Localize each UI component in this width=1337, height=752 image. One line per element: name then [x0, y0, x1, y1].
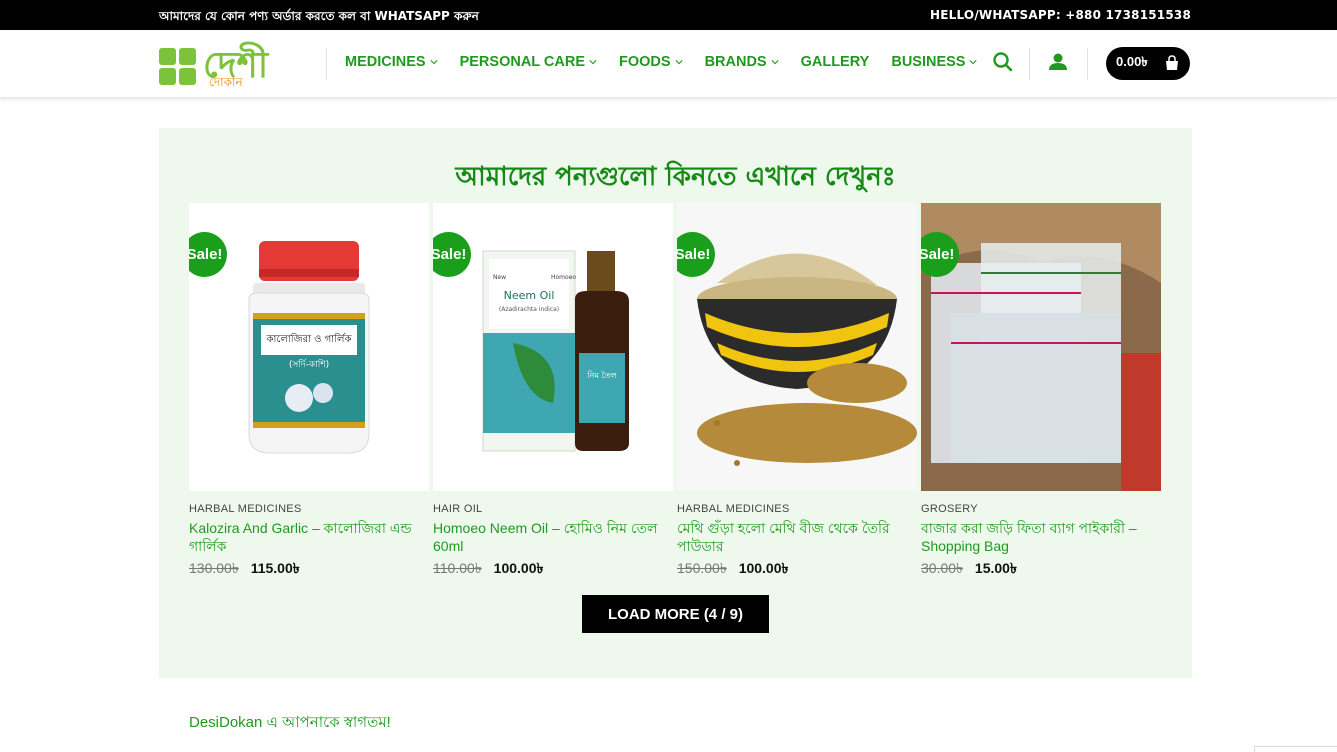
old-price: 110.00৳ — [433, 560, 482, 576]
top-bar: আমাদের যে কোন পণ্য অর্ডার করতে কল বা WHA… — [0, 0, 1337, 30]
product-title[interactable]: বাজার করা জড়ি ফিতা ব্যাগ পাইকারী – Shop… — [921, 519, 1161, 555]
box-brand-text: Neem Oil — [504, 289, 555, 302]
product-category[interactable]: HARBAL MEDICINES — [677, 503, 917, 515]
chevron-down-icon — [770, 60, 779, 65]
nav-label: MEDICINES — [345, 54, 426, 70]
product-image[interactable]: Sale! কালোজিরা ও গার্লিক (সর্দি-কাশি) — [189, 203, 429, 491]
box-top-left-text: New — [493, 274, 506, 281]
topbar-order-text: আমাদের যে কোন পণ্য অর্ডার করতে কল বা WHA… — [159, 9, 479, 23]
load-more-button[interactable]: LOAD MORE (4 / 9) — [582, 595, 769, 633]
shopping-bag-icon — [1166, 55, 1178, 70]
nav-medicines[interactable]: MEDICINES — [345, 54, 438, 70]
product-price: 130.00৳ 115.00৳ — [189, 557, 429, 581]
product-title[interactable]: Kalozira And Garlic – কালোজিরা এন্ড গার্… — [189, 519, 429, 555]
cart-button[interactable]: 0.00৳ — [1106, 47, 1190, 80]
nav-personal-care[interactable]: PERSONAL CARE — [460, 54, 597, 70]
products-section: আমাদের পন্যগুলো কিনতে এখানে দেখুনঃ Sale!… — [159, 128, 1192, 678]
product-category[interactable]: HAIR OIL — [433, 503, 673, 515]
logo-subword: দোকান — [209, 75, 243, 89]
header-divider — [1087, 48, 1088, 80]
nav-label: BRANDS — [704, 54, 767, 70]
product-price: 110.00৳ 100.00৳ — [433, 557, 673, 581]
sale-price: 115.00৳ — [250, 560, 300, 576]
product-image[interactable]: Sale! — [921, 203, 1161, 491]
header-divider — [1029, 48, 1030, 80]
product-image[interactable]: Sale! New Homoeo Neem Oil (Azadirachta i… — [433, 203, 673, 491]
logo-grid-icon — [159, 48, 197, 86]
product-card[interactable]: Sale! GROSERY বাজার করা জড়ি ফিতা ব্যাগ … — [921, 203, 1161, 581]
product-title[interactable]: মেথি গুঁড়া হলো মেথি বীজ থেকে তৈরি পাউডা… — [677, 519, 917, 555]
sale-price: 100.00৳ — [493, 560, 544, 576]
header-divider — [326, 48, 327, 80]
site-logo[interactable]: দেশী দোকান — [159, 40, 304, 90]
welcome-text: DesiDokan এ আপনাকে স্বাগতম! — [189, 714, 391, 731]
sale-price: 100.00৳ — [738, 560, 789, 576]
jar-label-text: কালোজিরা ও গার্লিক — [266, 333, 353, 345]
product-title[interactable]: Homoeo Neem Oil – হোমিও নিম তেল 60ml — [433, 519, 673, 555]
product-category[interactable]: GROSERY — [921, 503, 1161, 515]
chevron-down-icon — [429, 60, 438, 65]
old-price: 30.00৳ — [921, 560, 964, 576]
product-card[interactable]: Sale! কালোজিরা ও গার্লিক (সর্দি-কাশি) HA… — [189, 203, 429, 581]
sale-price: 15.00৳ — [974, 560, 1017, 576]
chevron-down-icon — [674, 60, 683, 65]
product-image[interactable]: Sale! — [677, 203, 917, 491]
bottle-label-text: নিম তৈল — [586, 371, 617, 380]
nav-foods[interactable]: FOODS — [619, 54, 683, 70]
product-card[interactable]: Sale! HARBAL MEDICINES মেথি গুঁড়া হলো ম… — [677, 203, 917, 581]
nav-label: PERSONAL CARE — [459, 54, 585, 70]
nav-brands[interactable]: BRANDS — [705, 54, 779, 70]
search-icon[interactable] — [991, 50, 1015, 74]
topbar-whatsapp-link[interactable]: HELLO/WHATSAPP: +880 1738151538 — [930, 8, 1191, 22]
old-price: 130.00৳ — [189, 560, 239, 576]
user-account-icon[interactable] — [1046, 50, 1070, 74]
box-sub-text: (Azadirachta indica) — [499, 306, 559, 313]
section-title: আমাদের পন্যগুলো কিনতে এখানে দেখুনঃ — [455, 162, 896, 192]
old-price: 150.00৳ — [677, 560, 727, 576]
cart-total: 0.00৳ — [1116, 54, 1148, 69]
nav-label: FOODS — [619, 54, 671, 70]
chevron-down-icon — [589, 60, 597, 65]
corner-widget — [1254, 746, 1337, 752]
nav-label: BUSINESS — [891, 54, 966, 70]
site-header: দেশী দোকান MEDICINES PERSONAL CARE FOODS… — [0, 30, 1337, 98]
box-top-right-text: Homoeo — [551, 274, 576, 281]
main-nav: MEDICINES PERSONAL CARE FOODS BRANDS GAL… — [345, 54, 999, 70]
nav-business[interactable]: BUSINESS — [891, 54, 978, 70]
product-price: 150.00৳ 100.00৳ — [677, 557, 917, 581]
chevron-down-icon — [969, 60, 978, 65]
product-category[interactable]: HARBAL MEDICINES — [189, 503, 429, 515]
nav-label: GALLERY — [800, 54, 870, 70]
nav-gallery[interactable]: GALLERY — [801, 54, 870, 70]
product-card[interactable]: Sale! New Homoeo Neem Oil (Azadirachta i… — [433, 203, 673, 581]
product-price: 30.00৳ 15.00৳ — [921, 557, 1161, 581]
jar-sub-text: (সর্দি-কাশি) — [289, 359, 329, 370]
